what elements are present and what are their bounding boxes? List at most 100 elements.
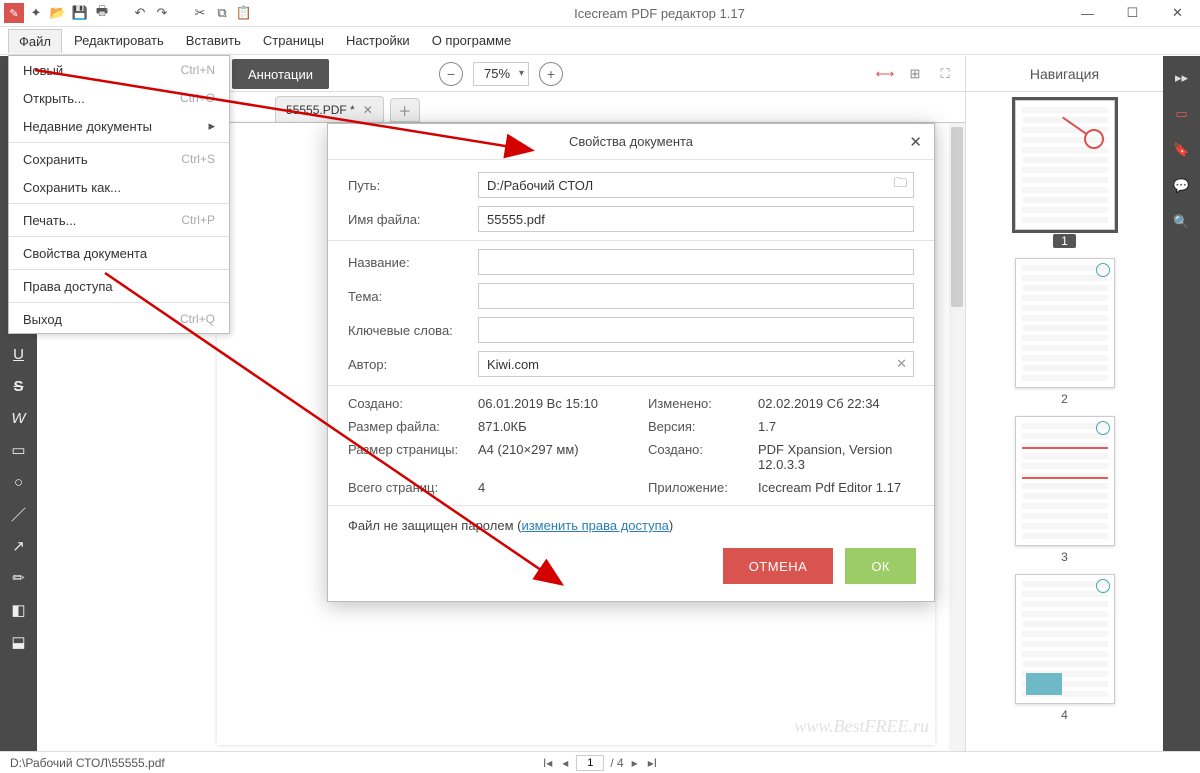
tool-line-icon[interactable]: ／ (5, 500, 33, 528)
paste-icon[interactable]: 📋 (234, 3, 254, 23)
menu-item-docprops[interactable]: Свойства документа (9, 239, 229, 267)
pager: I◂ ◂ / 4 ▸ ▸I (541, 755, 659, 771)
close-button[interactable]: ✕ (1155, 0, 1200, 27)
thumb-page-3[interactable] (1015, 416, 1115, 546)
copy-icon[interactable]: ⧉ (212, 3, 232, 23)
thumb-page-4[interactable] (1015, 574, 1115, 704)
minimize-button[interactable]: — (1065, 0, 1110, 27)
tool-circle-icon[interactable]: ○ (5, 468, 33, 496)
menu-item-print[interactable]: Печать...Ctrl+P (9, 206, 229, 234)
navigation-panel: Навигация 1 2 3 4 (965, 56, 1163, 751)
annotations-button[interactable]: Аннотации (232, 59, 329, 89)
label-subject: Тема: (348, 289, 478, 304)
zoom-in-button[interactable]: + (539, 62, 563, 86)
tab-close-icon[interactable]: ✕ (363, 103, 373, 117)
bookmark-rail-icon[interactable]: 🔖 (1168, 136, 1196, 164)
window-controls: — ☐ ✕ (1065, 0, 1200, 27)
tool-rect-icon[interactable]: ▭ (5, 436, 33, 464)
tab-55555[interactable]: 55555.PDF * ✕ (275, 96, 384, 122)
label-author: Автор: (348, 357, 478, 372)
menu-settings[interactable]: Настройки (336, 29, 420, 52)
pages-rail-icon[interactable]: ▭ (1168, 100, 1196, 128)
label-title: Название: (348, 255, 478, 270)
tool-arrow-icon[interactable]: ↗ (5, 532, 33, 560)
label-keywords: Ключевые слова: (348, 323, 478, 338)
maximize-button[interactable]: ☐ (1110, 0, 1155, 27)
menu-pages[interactable]: Страницы (253, 29, 334, 52)
dialog-title: Свойства документа ✕ (328, 124, 934, 160)
quick-access-toolbar: ✎ ✦ 📂 💾 🖶 ↶ ↷ ✂ ⧉ 📋 (0, 3, 254, 23)
input-title[interactable] (478, 249, 914, 275)
menu-edit[interactable]: Редактировать (64, 29, 174, 52)
print-icon[interactable]: 🖶 (92, 3, 112, 23)
redo-icon[interactable]: ↷ (152, 3, 172, 23)
page-total: / 4 (610, 756, 623, 770)
thumb-page-1[interactable] (1015, 100, 1115, 230)
input-filename[interactable]: 55555.pdf (478, 206, 914, 232)
thumb-label-1: 1 (1053, 234, 1076, 248)
scrollbar-vertical[interactable] (949, 123, 965, 751)
input-keywords[interactable] (478, 317, 914, 343)
next-page-button[interactable]: ▸ (630, 756, 640, 770)
menu-item-save[interactable]: СохранитьCtrl+S (9, 145, 229, 173)
expand-rail-icon[interactable]: ▸▸ (1168, 64, 1196, 92)
open-icon[interactable]: 📂 (48, 3, 68, 23)
dialog-close-icon[interactable]: ✕ (909, 133, 922, 151)
thumbnails: 1 2 3 4 (966, 92, 1163, 751)
tool-pencil-icon[interactable]: ✏ (5, 564, 33, 592)
zoom-controls: − 75% + (439, 62, 563, 86)
undo-icon[interactable]: ↶ (130, 3, 150, 23)
info-grid: Создано:06.01.2019 Вс 15:10 Изменено:02.… (348, 392, 914, 499)
status-path: D:\Рабочий СТОЛ\55555.pdf (10, 756, 165, 770)
change-permissions-link[interactable]: изменить права доступа (521, 518, 668, 533)
menu-about[interactable]: О программе (422, 29, 522, 52)
zoom-combo[interactable]: 75% (473, 62, 529, 86)
thumb-page-2[interactable] (1015, 258, 1115, 388)
document-properties-dialog: Свойства документа ✕ Путь: D:/Рабочий СТ… (327, 123, 935, 602)
menu-item-new[interactable]: НовыйCtrl+N (9, 56, 229, 84)
menu-item-permissions[interactable]: Права доступа (9, 272, 229, 300)
last-page-button[interactable]: ▸I (646, 756, 659, 770)
label-path: Путь: (348, 178, 478, 193)
tool-wave-icon[interactable]: W (5, 404, 33, 432)
tool-underline-icon[interactable]: U (5, 340, 33, 368)
browse-folder-icon[interactable]: 🗀 (894, 174, 907, 196)
titlebar: ✎ ✦ 📂 💾 🖶 ↶ ↷ ✂ ⧉ 📋 Icecream PDF редакто… (0, 0, 1200, 27)
ok-button[interactable]: ОК (845, 548, 916, 584)
search-rail-icon[interactable]: 🔍 (1168, 208, 1196, 236)
menu-item-saveas[interactable]: Сохранить как... (9, 173, 229, 201)
cut-icon[interactable]: ✂ (190, 3, 210, 23)
page-input[interactable] (576, 755, 604, 771)
cancel-button[interactable]: ОТМЕНА (723, 548, 834, 584)
watermark: www.BestFREE.ru (794, 716, 929, 737)
tool-eraser-icon[interactable]: ◧ (5, 596, 33, 624)
fullscreen-icon[interactable]: ⛶ (935, 64, 955, 84)
menubar: Файл Редактировать Вставить Страницы Нас… (0, 27, 1200, 55)
menu-item-exit[interactable]: ВыходCtrl+Q (9, 305, 229, 333)
file-menu-dropdown: НовыйCtrl+N Открыть...Ctrl+O Недавние до… (8, 55, 230, 334)
input-author[interactable]: Kiwi.com✕ (478, 351, 914, 377)
right-rail: ▸▸ ▭ 🔖 💬 🔍 (1163, 56, 1200, 751)
comments-rail-icon[interactable]: 💬 (1168, 172, 1196, 200)
tab-add-button[interactable]: ＋ (390, 98, 420, 122)
new-icon[interactable]: ✦ (26, 3, 46, 23)
menu-file[interactable]: Файл (8, 29, 62, 53)
clear-author-icon[interactable]: ✕ (896, 356, 907, 372)
statusbar: D:\Рабочий СТОЛ\55555.pdf I◂ ◂ / 4 ▸ ▸I (0, 751, 1200, 773)
input-path[interactable]: D:/Рабочий СТОЛ🗀 (478, 172, 914, 198)
first-page-button[interactable]: I◂ (541, 756, 554, 770)
window-title: Icecream PDF редактор 1.17 (254, 6, 1065, 21)
fit-width-icon[interactable]: ⟷ (875, 64, 895, 84)
app-logo: ✎ (4, 3, 24, 23)
tool-strike-icon[interactable]: S (5, 372, 33, 400)
menu-item-open[interactable]: Открыть...Ctrl+O (9, 84, 229, 112)
grid-view-icon[interactable]: ⊞ (905, 64, 925, 84)
prev-page-button[interactable]: ◂ (560, 756, 570, 770)
zoom-out-button[interactable]: − (439, 62, 463, 86)
save-icon[interactable]: 💾 (70, 3, 90, 23)
menu-insert[interactable]: Вставить (176, 29, 251, 52)
input-subject[interactable] (478, 283, 914, 309)
menu-item-recent[interactable]: Недавние документы (9, 112, 229, 140)
tool-stamp-icon[interactable]: ⬓ (5, 628, 33, 656)
tab-label: 55555.PDF * (286, 103, 355, 117)
